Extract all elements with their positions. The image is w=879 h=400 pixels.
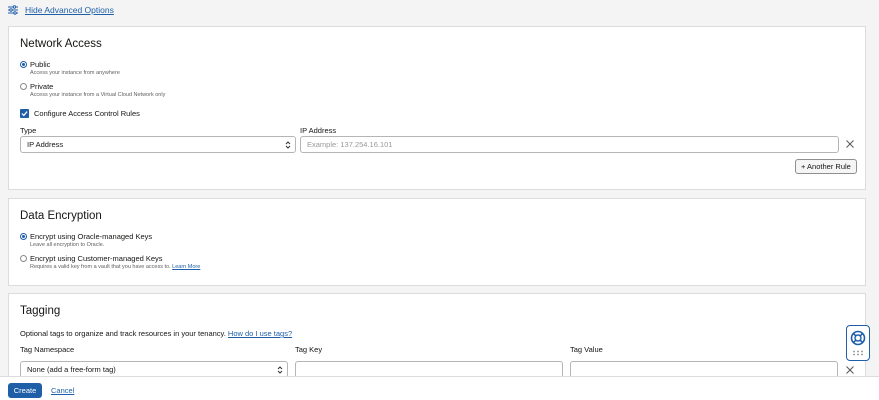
radio-oracle-managed-label: Encrypt using Oracle-managed Keys — [30, 232, 153, 241]
data-encryption-title: Data Encryption — [20, 210, 102, 222]
type-select-value: IP Address — [27, 140, 64, 149]
network-access-title: Network Access — [20, 38, 102, 50]
radio-customer-managed-label: Encrypt using Customer-managed Keys — [30, 254, 163, 263]
ip-address-label: IP Address — [300, 126, 337, 135]
checkmark-icon — [21, 111, 28, 117]
create-button[interactable]: Create — [8, 383, 42, 398]
configure-access-rules-checkbox[interactable] — [20, 109, 29, 118]
tag-namespace-value: None (add a free-form tag) — [27, 365, 116, 374]
tagging-section: Tagging Optional tags to organize and tr… — [8, 293, 866, 383]
tag-key-label: Tag Key — [295, 345, 323, 354]
radio-private-label: Private — [30, 82, 54, 91]
lifebuoy-icon — [850, 330, 866, 346]
cancel-link[interactable]: Cancel — [51, 386, 74, 395]
data-encryption-section: Data Encryption Encrypt using Oracle-man… — [8, 198, 866, 286]
radio-public-indicator[interactable] — [20, 61, 27, 68]
drag-handle-icon[interactable] — [852, 350, 864, 356]
tagging-intro-text: Optional tags to organize and track reso… — [20, 329, 226, 338]
customer-managed-help-text: Requires a valid key from a vault that y… — [30, 264, 171, 270]
tag-namespace-label: Tag Namespace — [20, 345, 75, 354]
tagging-intro: Optional tags to organize and track reso… — [20, 329, 292, 338]
radio-customer-managed-keys[interactable]: Encrypt using Customer-managed Keys Requ… — [20, 254, 200, 271]
form-footer: Create Cancel — [0, 376, 879, 400]
help-widget[interactable] — [846, 325, 870, 361]
chevron-updown-icon — [277, 366, 283, 374]
radio-private-indicator[interactable] — [20, 83, 27, 90]
type-select[interactable]: IP Address — [20, 136, 296, 153]
ip-address-input[interactable]: Example: 137.254.16.101 — [300, 136, 839, 153]
radio-oracle-managed-indicator[interactable] — [20, 233, 27, 240]
radio-public[interactable]: Public Access your instance from anywher… — [20, 60, 120, 77]
configure-access-rules-checkbox-row[interactable]: Configure Access Control Rules — [20, 109, 140, 118]
radio-oracle-managed-keys[interactable]: Encrypt using Oracle-managed Keys Leave … — [20, 232, 152, 249]
close-icon — [846, 366, 854, 374]
radio-private-help: Access your instance from a Virtual Clou… — [30, 92, 166, 98]
radio-oracle-managed-help: Leave all encryption to Oracle. — [30, 242, 105, 248]
radio-customer-managed-help: Requires a valid key from a vault that y… — [30, 263, 200, 271]
how-to-use-tags-link[interactable]: How do I use tags? — [228, 329, 292, 338]
sliders-icon — [8, 5, 18, 15]
remove-rule-button[interactable] — [846, 140, 854, 148]
hide-advanced-options-link[interactable]: Hide Advanced Options — [25, 5, 114, 15]
advanced-options-toggle[interactable]: Hide Advanced Options — [8, 4, 114, 16]
another-rule-button[interactable]: + Another Rule — [795, 159, 857, 174]
radio-public-help: Access your instance from anywhere — [30, 70, 120, 76]
remove-tag-button[interactable] — [846, 366, 854, 374]
tagging-title: Tagging — [20, 305, 61, 317]
radio-private[interactable]: Private Access your instance from a Virt… — [20, 82, 165, 99]
close-icon — [846, 140, 854, 148]
chevron-updown-icon — [285, 141, 291, 149]
radio-customer-managed-indicator[interactable] — [20, 255, 27, 262]
learn-more-link[interactable]: Learn More — [172, 264, 200, 270]
ip-address-placeholder: Example: 137.254.16.101 — [307, 140, 393, 149]
configure-access-rules-label: Configure Access Control Rules — [34, 109, 140, 118]
radio-public-label: Public — [30, 60, 51, 69]
tag-value-label: Tag Value — [570, 345, 603, 354]
network-access-section: Network Access Public Access your instan… — [8, 26, 866, 190]
type-label: Type — [20, 126, 37, 135]
